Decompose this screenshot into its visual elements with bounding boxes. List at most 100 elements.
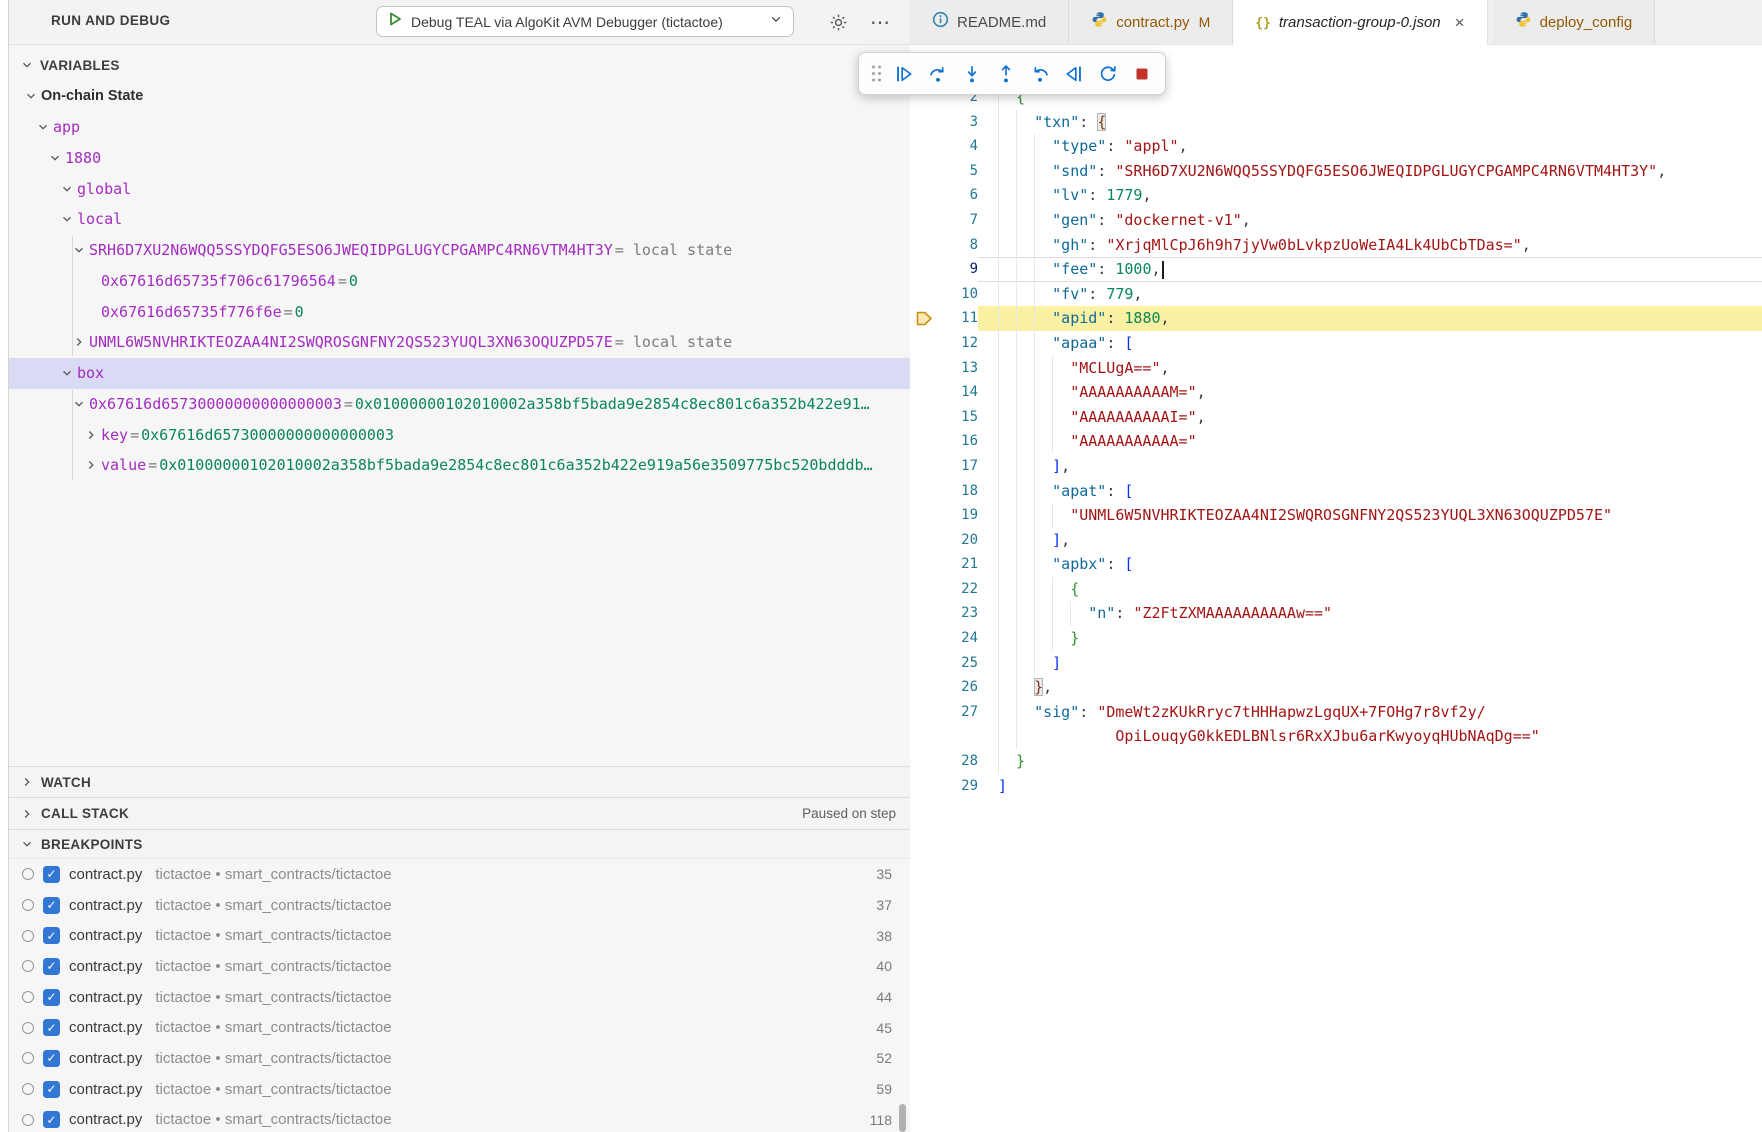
editor-line[interactable]: OpiLouqyG0kkEDLBNlsr6RxXJbu6arKwyoyqHUbN… [910,724,1762,749]
tab-readme[interactable]: README.md [910,0,1069,44]
chevron-down-icon[interactable] [59,181,75,197]
editor-line[interactable]: 5"snd": "SRH6D7XU2N6WQQ5SSYDQFG5ESO6JWEQ… [910,159,1762,184]
line-number[interactable]: 26 [934,675,978,700]
gear-icon[interactable] [825,9,851,35]
code-line-content[interactable]: ], [978,528,1762,553]
line-number[interactable]: 4 [934,134,978,159]
chevron-down-icon[interactable] [19,57,35,73]
breakpoint-checkbox[interactable]: ✓ [43,1081,60,1098]
breakpoint-row[interactable]: ✓contract.pytictactoe • smart_contracts/… [9,951,910,982]
breakpoint-checkbox[interactable]: ✓ [43,1019,60,1036]
editor-line[interactable]: 11"apid": 1880, [910,306,1762,331]
gutter-glyph-margin[interactable] [910,282,934,307]
code-line-content[interactable]: ], [978,454,1762,479]
editor-line[interactable]: 24} [910,626,1762,651]
paused-line-icon[interactable] [910,306,934,331]
gutter-glyph-margin[interactable] [910,651,934,676]
line-number[interactable] [934,724,978,749]
gutter-glyph-margin[interactable] [910,774,934,799]
restart-button[interactable] [1093,59,1122,88]
code-line-content[interactable]: "type": "appl", [978,134,1762,159]
code-line-content[interactable]: "apid": 1880, [978,306,1762,331]
breakpoint-row[interactable]: ✓contract.pytictactoe • smart_contracts/… [9,890,910,921]
editor-line[interactable]: 13"MCLUgA==", [910,356,1762,381]
breakpoint-row[interactable]: ✓contract.pytictactoe • smart_contracts/… [9,1043,910,1074]
code-line-content[interactable]: }, [978,675,1762,700]
tree-row[interactable]: box [9,358,910,389]
start-debug-icon[interactable] [387,11,403,32]
editor-line[interactable]: 7"gen": "dockernet-v1", [910,208,1762,233]
chevron-right-icon[interactable] [83,427,99,443]
chevron-right-icon[interactable] [71,334,87,350]
editor-line[interactable]: 21"apbx": [ [910,552,1762,577]
line-number[interactable]: 5 [934,159,978,184]
editor-line[interactable]: 10"fv": 779, [910,282,1762,307]
tab-contract[interactable]: contract.pyM [1069,0,1233,44]
code-line-content[interactable]: "gen": "dockernet-v1", [978,208,1762,233]
gutter-glyph-margin[interactable] [910,134,934,159]
editor-line[interactable]: 15"AAAAAAAAAAI=", [910,405,1762,430]
code-line-content[interactable]: "AAAAAAAAAAI=", [978,405,1762,430]
gutter-glyph-margin[interactable] [910,380,934,405]
line-number[interactable]: 27 [934,700,978,725]
code-line-content[interactable]: OpiLouqyG0kkEDLBNlsr6RxXJbu6arKwyoyqHUbN… [978,724,1762,749]
code-line-content[interactable]: "lv": 1779, [978,183,1762,208]
breakpoint-checkbox[interactable]: ✓ [43,1111,60,1128]
tree-row[interactable]: UNML6W5NVHRIKTEOZAA4NI2SWQROSGNFNY2QS523… [9,327,910,358]
gutter-glyph-margin[interactable] [910,503,934,528]
editor-line[interactable]: 29] [910,774,1762,799]
continue-button[interactable] [889,59,918,88]
code-line-content[interactable]: "fee": 1000, [978,257,1762,282]
editor-line[interactable]: 12"apaa": [ [910,331,1762,356]
line-number[interactable]: 29 [934,774,978,799]
line-number[interactable]: 24 [934,626,978,651]
breakpoint-row[interactable]: ✓contract.pytictactoe • smart_contracts/… [9,982,910,1013]
gutter-glyph-margin[interactable] [910,749,934,774]
editor-line[interactable]: 3"txn": { [910,110,1762,135]
gutter-glyph-margin[interactable] [910,331,934,356]
gutter-glyph-margin[interactable] [910,528,934,553]
editor-line[interactable]: 28} [910,749,1762,774]
editor-line[interactable]: 16"AAAAAAAAAAA=" [910,429,1762,454]
code-line-content[interactable]: "apat": [ [978,479,1762,504]
breakpoint-circle-icon[interactable] [22,1022,34,1034]
breakpoint-circle-icon[interactable] [22,991,34,1003]
tree-row[interactable]: On-chain State [9,81,910,112]
call-stack-section-header[interactable]: CALL STACK Paused on step [9,797,910,829]
breakpoint-circle-icon[interactable] [22,1083,34,1095]
watch-section-header[interactable]: WATCH [9,766,910,797]
code-line-content[interactable]: "AAAAAAAAAAA=" [978,429,1762,454]
gutter-glyph-margin[interactable] [910,675,934,700]
editor-line[interactable]: 8"gh": "XrjqMlCpJ6h9h7jyVw0bLvkpzUoWeIA4… [910,233,1762,258]
tree-row[interactable]: local [9,204,910,235]
line-number[interactable]: 11 [934,306,978,331]
tree-row[interactable]: 0x67616d65735f776f6e = 0 [9,296,910,327]
editor-line[interactable]: 18"apat": [ [910,479,1762,504]
code-line-content[interactable]: "apaa": [ [978,331,1762,356]
breakpoint-row[interactable]: ✓contract.pytictactoe • smart_contracts/… [9,859,910,890]
code-line-content[interactable]: "UNML6W5NVHRIKTEOZAA4NI2SWQROSGNFNY2QS52… [978,503,1762,528]
line-number[interactable]: 15 [934,405,978,430]
line-number[interactable]: 21 [934,552,978,577]
code-line-content[interactable]: "n": "Z2FtZXMAAAAAAAAAAw==" [978,601,1762,626]
breakpoint-checkbox[interactable]: ✓ [43,927,60,944]
close-icon[interactable]: × [1455,13,1465,33]
line-number[interactable]: 7 [934,208,978,233]
line-number[interactable]: 3 [934,110,978,135]
line-number[interactable]: 20 [934,528,978,553]
breakpoint-circle-icon[interactable] [22,899,34,911]
breakpoint-circle-icon[interactable] [22,930,34,942]
chevron-down-icon[interactable] [35,119,51,135]
line-number[interactable]: 9 [934,257,978,282]
breakpoint-checkbox[interactable]: ✓ [43,1050,60,1067]
breakpoint-circle-icon[interactable] [22,868,34,880]
step-over-button[interactable] [923,59,952,88]
editor-line[interactable]: 17], [910,454,1762,479]
breakpoint-row[interactable]: ✓contract.pytictactoe • smart_contracts/… [9,1105,910,1132]
tree-row[interactable]: global [9,173,910,204]
line-number[interactable]: 22 [934,577,978,602]
chevron-down-icon[interactable] [59,211,75,227]
sidebar-scrollbar[interactable] [899,1104,906,1132]
line-number[interactable]: 17 [934,454,978,479]
code-line-content[interactable]: "snd": "SRH6D7XU2N6WQQ5SSYDQFG5ESO6JWEQI… [978,159,1762,184]
